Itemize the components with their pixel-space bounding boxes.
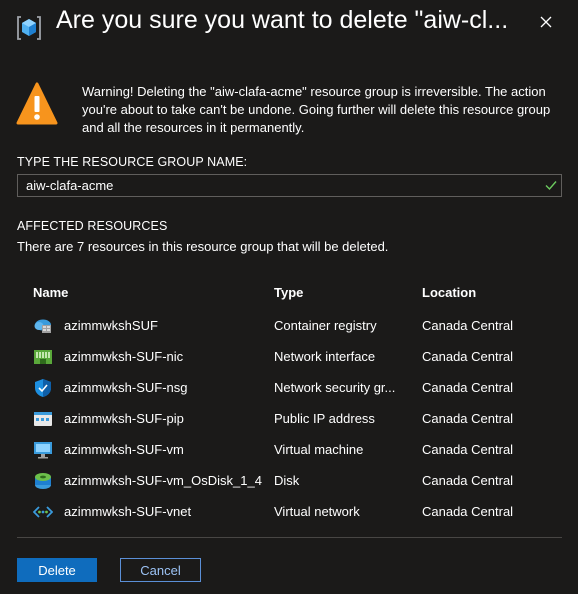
dialog-header: Are you sure you want to delete "aiw-cl.… — [0, 0, 578, 48]
virtual-machine-icon — [34, 442, 52, 459]
resource-location: Canada Central — [422, 380, 514, 395]
resource-type: Network interface — [274, 349, 376, 364]
resource-name: azimmwkshSUF — [64, 318, 158, 333]
resource-name: azimmwksh-SUF-nsg — [64, 380, 188, 395]
affected-resources-heading: AFFECTED RESOURCES — [17, 219, 168, 233]
table-row: azimmwksh-SUF-vm Virtual machine Canada … — [0, 439, 578, 470]
table-row: azimmwksh-SUF-nsg Network security gr...… — [0, 377, 578, 408]
resource-group-icon — [17, 16, 41, 40]
resource-name: azimmwksh-SUF-nic — [64, 349, 184, 364]
footer-divider — [17, 537, 562, 538]
resource-type: Public IP address — [274, 411, 375, 426]
resource-group-name-label: TYPE THE RESOURCE GROUP NAME: — [17, 155, 248, 169]
resource-location: Canada Central — [422, 318, 514, 333]
table-row: azimmwksh-SUF-vm_OsDisk_1_4... Disk Cana… — [0, 470, 578, 501]
warning-message: Warning! Deleting the "aiw-clafa-acme" r… — [82, 84, 551, 135]
resource-type: Virtual machine — [274, 442, 364, 457]
table-row: azimmwksh-SUF-nic Network interface Cana… — [0, 346, 578, 377]
column-header-location: Location — [422, 285, 477, 300]
delete-button[interactable]: Delete — [17, 558, 97, 582]
affected-resources-description: There are 7 resources in this resource g… — [17, 239, 389, 254]
resource-location: Canada Central — [422, 411, 514, 426]
resource-name: azimmwksh-SUF-vnet — [64, 504, 192, 519]
resource-type: Disk — [274, 473, 300, 488]
checkmark-icon — [545, 181, 557, 191]
resource-location: Canada Central — [422, 349, 514, 364]
column-header-name: Name — [33, 285, 69, 300]
dialog-title: Are you sure you want to delete "aiw-cl.… — [56, 6, 509, 34]
resource-name: azimmwksh-SUF-vm — [64, 442, 184, 457]
resource-type: Container registry — [274, 318, 377, 333]
disk-icon — [35, 473, 51, 489]
table-row: azimmwksh-SUF-pip Public IP address Cana… — [0, 408, 578, 439]
network-interface-icon — [34, 350, 52, 364]
resource-name: azimmwksh-SUF-vm_OsDisk_1_4... — [64, 473, 262, 488]
resource-location: Canada Central — [422, 504, 514, 519]
cancel-button[interactable]: Cancel — [120, 558, 201, 582]
resource-group-name-input[interactable] — [17, 174, 562, 197]
resource-type: Virtual network — [274, 504, 360, 519]
resource-type: Network security gr... — [274, 380, 396, 395]
column-header-type: Type — [274, 285, 304, 300]
container-registry-icon — [34, 319, 51, 333]
table-row: azimmwksh-SUF-vnet Virtual network Canad… — [0, 501, 578, 532]
network-security-group-icon — [35, 379, 51, 397]
resource-location: Canada Central — [422, 442, 514, 457]
public-ip-icon — [34, 412, 52, 426]
table-row: azimmwkshSUF Container registry Canada C… — [0, 315, 578, 346]
virtual-network-icon — [33, 506, 53, 518]
resource-name: azimmwksh-SUF-pip — [64, 411, 184, 426]
resource-location: Canada Central — [422, 473, 514, 488]
warning-icon — [16, 82, 58, 125]
close-icon[interactable] — [534, 10, 558, 34]
